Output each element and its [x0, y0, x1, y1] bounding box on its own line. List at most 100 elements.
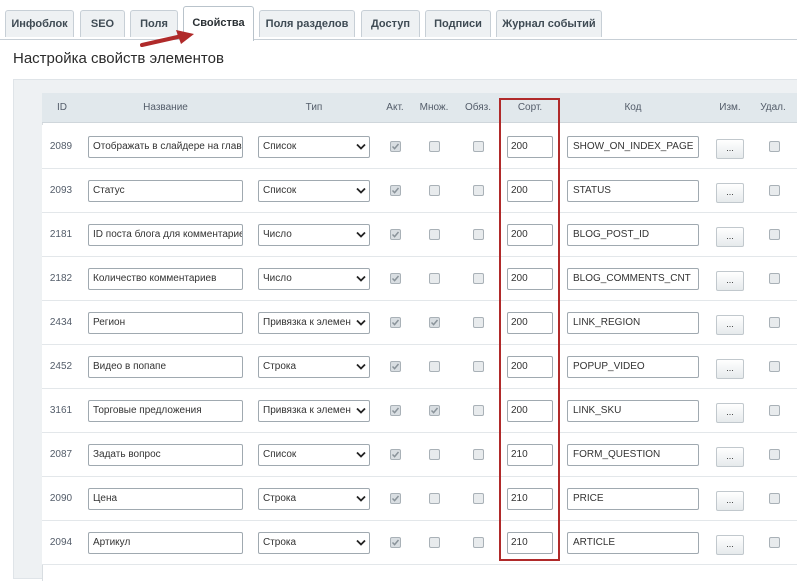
name-input[interactable]: Цена [88, 488, 243, 510]
code-input[interactable]: STATUS [567, 180, 699, 202]
delete-checkbox[interactable] [769, 449, 780, 460]
edit-button[interactable]: ... [716, 403, 744, 423]
tab-infoblock[interactable]: Инфоблок [5, 10, 74, 37]
multiple-checkbox[interactable] [429, 361, 440, 372]
name-input[interactable]: Регион [88, 312, 243, 334]
delete-checkbox[interactable] [769, 229, 780, 240]
multiple-checkbox[interactable] [429, 405, 440, 416]
required-checkbox[interactable] [473, 317, 484, 328]
multiple-checkbox[interactable] [429, 317, 440, 328]
required-checkbox[interactable] [473, 229, 484, 240]
edit-button[interactable]: ... [716, 271, 744, 291]
delete-checkbox[interactable] [769, 361, 780, 372]
tab-captions[interactable]: Подписи [425, 10, 491, 37]
tab-access[interactable]: Доступ [361, 10, 420, 37]
tab-section-fields[interactable]: Поля разделов [259, 10, 355, 37]
active-checkbox[interactable] [390, 405, 401, 416]
active-checkbox[interactable] [390, 229, 401, 240]
name-input[interactable]: Артикул [88, 532, 243, 554]
type-select[interactable]: Строка [258, 356, 370, 378]
type-select[interactable]: Привязка к элемен [258, 400, 370, 422]
active-checkbox[interactable] [390, 493, 401, 504]
active-checkbox[interactable] [390, 449, 401, 460]
code-input[interactable]: LINK_SKU [567, 400, 699, 422]
tab-seo[interactable]: SEO [80, 10, 125, 37]
code-input[interactable]: FORM_QUESTION [567, 444, 699, 466]
required-checkbox[interactable] [473, 493, 484, 504]
code-input[interactable]: SHOW_ON_INDEX_PAGE [567, 136, 699, 158]
edit-button[interactable]: ... [716, 183, 744, 203]
delete-checkbox[interactable] [769, 317, 780, 328]
multiple-checkbox[interactable] [429, 537, 440, 548]
sort-input[interactable]: 200 [507, 400, 553, 422]
edit-button[interactable]: ... [716, 447, 744, 467]
code-input[interactable]: BLOG_COMMENTS_CNT [567, 268, 699, 290]
required-checkbox[interactable] [473, 405, 484, 416]
delete-checkbox[interactable] [769, 141, 780, 152]
name-input[interactable]: Задать вопрос [88, 444, 243, 466]
type-select[interactable]: Список [258, 444, 370, 466]
multiple-checkbox[interactable] [429, 449, 440, 460]
code-input[interactable]: BLOG_POST_ID [567, 224, 699, 246]
sort-input[interactable]: 200 [507, 224, 553, 246]
required-checkbox[interactable] [473, 273, 484, 284]
sort-input[interactable]: 200 [507, 356, 553, 378]
delete-checkbox[interactable] [769, 273, 780, 284]
sort-input[interactable]: 210 [507, 532, 553, 554]
type-select[interactable]: Число [258, 224, 370, 246]
active-checkbox[interactable] [390, 185, 401, 196]
edit-button[interactable]: ... [716, 315, 744, 335]
name-input[interactable]: Статус [88, 180, 243, 202]
edit-button[interactable]: ... [716, 359, 744, 379]
sort-input[interactable]: 210 [507, 444, 553, 466]
type-select[interactable]: Список [258, 180, 370, 202]
delete-checkbox[interactable] [769, 405, 780, 416]
sort-input[interactable]: 200 [507, 180, 553, 202]
name-input[interactable]: Количество комментариев [88, 268, 243, 290]
multiple-checkbox[interactable] [429, 229, 440, 240]
type-select[interactable]: Число [258, 268, 370, 290]
delete-checkbox[interactable] [769, 537, 780, 548]
code-input[interactable]: LINK_REGION [567, 312, 699, 334]
multiple-checkbox[interactable] [429, 141, 440, 152]
sort-input[interactable]: 200 [507, 136, 553, 158]
active-checkbox[interactable] [390, 141, 401, 152]
type-select[interactable]: Строка [258, 532, 370, 554]
edit-button[interactable]: ... [716, 139, 744, 159]
sort-input[interactable]: 210 [507, 488, 553, 510]
required-checkbox[interactable] [473, 185, 484, 196]
sort-input[interactable]: 200 [507, 312, 553, 334]
delete-checkbox[interactable] [769, 185, 780, 196]
required-checkbox[interactable] [473, 361, 484, 372]
name-input[interactable]: Видео в попапе [88, 356, 243, 378]
name-input[interactable]: Торговые предложения [88, 400, 243, 422]
type-select[interactable]: Строка [258, 488, 370, 510]
edit-button[interactable]: ... [716, 535, 744, 555]
active-checkbox[interactable] [390, 317, 401, 328]
multiple-checkbox[interactable] [429, 273, 440, 284]
sort-input[interactable]: 200 [507, 268, 553, 290]
multiple-checkbox[interactable] [429, 493, 440, 504]
delete-checkbox[interactable] [769, 493, 780, 504]
edit-button[interactable]: ... [716, 227, 744, 247]
active-checkbox[interactable] [390, 273, 401, 284]
edit-button[interactable]: ... [716, 491, 744, 511]
multiple-checkbox[interactable] [429, 185, 440, 196]
col-delete: Удал. [760, 102, 786, 113]
required-checkbox[interactable] [473, 141, 484, 152]
code-input[interactable]: POPUP_VIDEO [567, 356, 699, 378]
code-input[interactable]: PRICE [567, 488, 699, 510]
active-checkbox[interactable] [390, 361, 401, 372]
row-id: 2182 [49, 273, 73, 284]
name-input[interactable]: Отображать в слайдере на глав [88, 136, 243, 158]
required-checkbox[interactable] [473, 537, 484, 548]
required-checkbox[interactable] [473, 449, 484, 460]
code-input[interactable]: ARTICLE [567, 532, 699, 554]
type-select[interactable]: Список [258, 136, 370, 158]
col-type: Тип [305, 102, 323, 113]
tab-event-log[interactable]: Журнал событий [496, 10, 602, 37]
name-input[interactable]: ID поста блога для комментарие [88, 224, 243, 246]
active-checkbox[interactable] [390, 537, 401, 548]
type-select[interactable]: Привязка к элемен [258, 312, 370, 334]
row-id: 2093 [49, 185, 73, 196]
